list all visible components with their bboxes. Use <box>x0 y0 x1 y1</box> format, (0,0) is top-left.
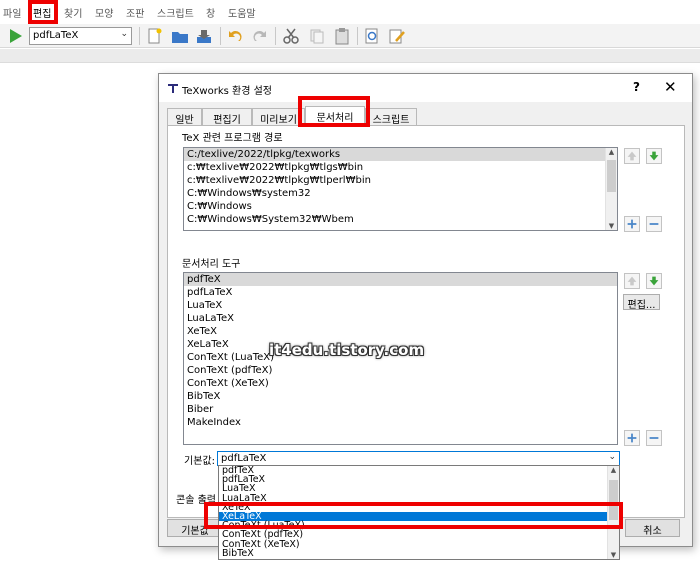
scroll-down-icon[interactable]: ▼ <box>608 551 619 559</box>
move-up-icon[interactable] <box>624 148 640 164</box>
dropdown-option[interactable]: BibTeX <box>219 548 619 558</box>
dropdown-option[interactable]: LuaTeX <box>219 484 619 494</box>
move-down-icon[interactable] <box>646 148 662 164</box>
default-tool-label: 기본값: <box>184 456 215 467</box>
save-icon[interactable] <box>195 27 213 45</box>
default-tool-select[interactable]: pdfLaTeX ⌄ <box>217 451 620 466</box>
default-tool-value: pdfLaTeX <box>221 453 267 464</box>
watermark-text: it4edu.tistory.com <box>269 341 425 359</box>
dropdown-option[interactable]: LuaLaTeX <box>219 493 619 503</box>
texworks-logo-icon <box>168 84 178 93</box>
close-button[interactable]: ✕ <box>664 78 677 96</box>
help-button[interactable]: ? <box>633 80 640 94</box>
new-document-icon[interactable] <box>145 27 163 45</box>
menu-window[interactable]: 창 <box>206 5 215 20</box>
tab-scripts[interactable]: 스크립트 <box>365 108 417 126</box>
toolbar-separator <box>139 27 140 45</box>
toolbar-separator <box>275 27 276 45</box>
cancel-button[interactable]: 취소 <box>625 519 680 537</box>
dropdown-option[interactable]: XeTeX <box>219 502 619 512</box>
scroll-up-icon[interactable]: ▲ <box>608 466 619 474</box>
scroll-down-icon[interactable]: ▼ <box>606 222 617 230</box>
dialog-title: TeXworks 환경 설정 <box>182 86 272 97</box>
dropdown-option[interactable]: ConTeXt (XeTeX) <box>219 539 619 549</box>
tools-group-label: 문서처리 도구 <box>182 259 241 270</box>
tab-typesetting[interactable]: 문서처리 <box>305 106 365 126</box>
toolbar-separator <box>220 27 221 45</box>
menu-edit[interactable]: 편집 <box>33 5 51 20</box>
menu-bar: 파일 편집 찾기 모양 조판 스크립트 창 도움말 <box>0 0 700 24</box>
tab-editor[interactable]: 편집기 <box>202 108 252 126</box>
dropdown-option[interactable]: pdfTeX <box>219 466 619 475</box>
scroll-up-icon[interactable]: ▲ <box>606 148 617 156</box>
list-item[interactable]: c:₩texlive₩2022₩tlpkg₩tlgs₩bin <box>184 161 617 174</box>
toolbar: pdfLaTeX ⌄ <box>0 24 700 48</box>
list-item[interactable]: C:₩Windows <box>184 200 617 213</box>
dropdown-scrollbar[interactable]: ▲ ▼ <box>607 466 619 559</box>
remove-icon[interactable] <box>646 216 662 232</box>
default-tool-dropdown[interactable]: pdfTeX pdfLaTeX LuaTeX LuaLaTeX XeTeX Xe… <box>218 465 620 560</box>
scroll-thumb[interactable] <box>607 160 616 192</box>
list-item[interactable]: pdfLaTeX <box>184 286 617 299</box>
replace-icon[interactable] <box>388 27 406 45</box>
dropdown-option[interactable]: pdfLaTeX <box>219 475 619 485</box>
menu-typeset[interactable]: 조판 <box>126 5 144 20</box>
restore-defaults-button[interactable]: 기본값 <box>167 519 223 537</box>
chevron-down-icon: ⌄ <box>608 452 616 462</box>
list-item[interactable]: c:₩texlive₩2022₩tlpkg₩tlperl₩bin <box>184 174 617 187</box>
remove-icon[interactable] <box>646 430 662 446</box>
tab-preview[interactable]: 미리보기 <box>252 108 305 126</box>
copy-icon[interactable] <box>308 27 326 45</box>
list-item[interactable]: BibTeX <box>184 390 617 403</box>
add-icon[interactable] <box>624 216 640 232</box>
chevron-down-icon: ⌄ <box>120 29 128 39</box>
list-item[interactable]: XeTeX <box>184 325 617 338</box>
paths-group-label: TeX 관련 프로그램 경로 <box>182 133 283 144</box>
list-item[interactable]: LuaLaTeX <box>184 312 617 325</box>
move-down-icon[interactable] <box>646 273 662 289</box>
edit-tool-button[interactable]: 편집... <box>623 294 660 311</box>
dialog-titlebar[interactable]: TeXworks 환경 설정 ? ✕ <box>159 74 692 102</box>
list-item[interactable]: LuaTeX <box>184 299 617 312</box>
list-item[interactable]: Biber <box>184 403 617 416</box>
tab-general[interactable]: 일반 <box>167 108 202 126</box>
list-item[interactable]: C:₩Windows₩system32 <box>184 187 617 200</box>
list-item[interactable]: ConTeXt (pdfTeX) <box>184 364 617 377</box>
menu-file[interactable]: 파일 <box>3 5 21 20</box>
redo-icon[interactable] <box>251 27 269 45</box>
list-item[interactable]: pdfTeX <box>184 273 617 286</box>
menu-scripts[interactable]: 스크립트 <box>157 5 194 20</box>
paths-list[interactable]: C:/texlive/2022/tlpkg/texworks c:₩texliv… <box>183 147 618 231</box>
add-icon[interactable] <box>624 430 640 446</box>
list-item[interactable]: C:₩Windows₩System32₩Wbem <box>184 213 617 226</box>
move-up-icon[interactable] <box>624 273 640 289</box>
find-icon[interactable] <box>363 27 381 45</box>
typeset-play-icon[interactable] <box>6 27 24 45</box>
paste-icon[interactable] <box>333 27 351 45</box>
menu-format[interactable]: 모양 <box>95 5 113 20</box>
typeset-engine-select[interactable]: pdfLaTeX ⌄ <box>29 27 132 45</box>
list-item[interactable]: MakeIndex <box>184 416 617 429</box>
undo-icon[interactable] <box>226 27 244 45</box>
toolbar-separator <box>357 27 358 45</box>
typeset-engine-value: pdfLaTeX <box>33 30 79 41</box>
scroll-thumb[interactable] <box>609 480 618 520</box>
console-output-label: 콘솔 출력 <box>176 495 216 506</box>
menu-find[interactable]: 찾기 <box>64 5 82 20</box>
open-folder-icon[interactable] <box>171 27 189 45</box>
cut-icon[interactable] <box>282 27 300 45</box>
list-item[interactable]: ConTeXt (XeTeX) <box>184 377 617 390</box>
list-item[interactable]: C:/texlive/2022/tlpkg/texworks <box>184 148 617 161</box>
paths-scrollbar[interactable]: ▲ ▼ <box>605 148 617 230</box>
editor-top-strip <box>0 49 700 63</box>
menu-help[interactable]: 도움말 <box>228 5 256 20</box>
